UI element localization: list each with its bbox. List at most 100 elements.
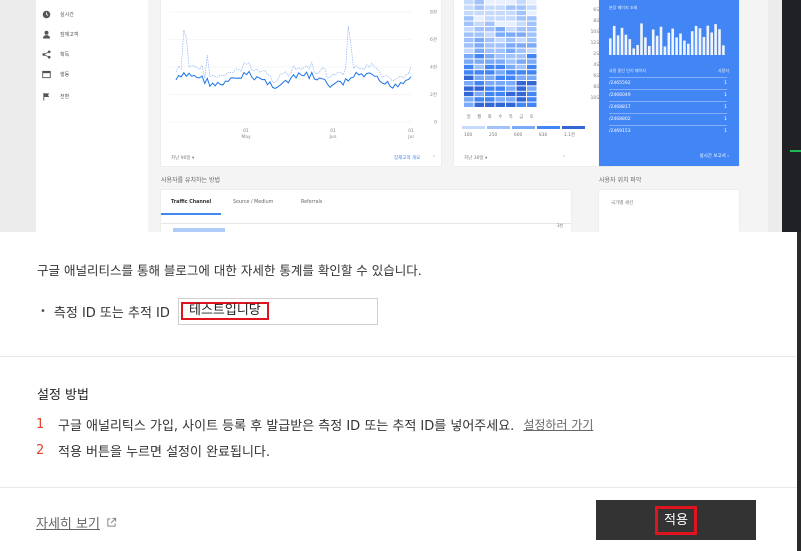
tab-traffic-channel[interactable]: Traffic Channel bbox=[171, 200, 211, 205]
setup-link[interactable]: 설정하러 가기 bbox=[523, 416, 593, 433]
intro-text: 구글 애널리티스를 통해 블로그에 대한 자세한 통계를 확인할 수 있습니다. bbox=[37, 263, 422, 278]
chevron-right-icon[interactable]: › bbox=[563, 154, 565, 159]
heatmap-cell bbox=[464, 75, 474, 80]
heatmap-cell bbox=[495, 75, 505, 80]
pageview-bar bbox=[632, 48, 635, 55]
highlighted-value: 테스트입니당 bbox=[181, 302, 269, 320]
heatmap-cell bbox=[516, 21, 526, 26]
apply-button-label: 적용 bbox=[655, 505, 697, 535]
heatmap-cell bbox=[474, 27, 484, 32]
y-tick-label: 6천 bbox=[430, 36, 437, 43]
chevron-right-icon[interactable]: › bbox=[433, 154, 435, 159]
heatmap-cell bbox=[495, 0, 505, 5]
heatmap-cell bbox=[464, 70, 474, 75]
sidebar-item-label: 전환 bbox=[60, 93, 70, 100]
heatmap-cell bbox=[485, 43, 495, 48]
heatmap-period-select[interactable]: 지난 30일 ▾ bbox=[464, 155, 487, 161]
pageview-bar bbox=[698, 28, 702, 55]
heatmap-cell bbox=[527, 43, 537, 48]
step-number: 1 bbox=[36, 417, 45, 432]
y-tick-label: 4천 bbox=[430, 64, 437, 71]
heatmap-cell bbox=[516, 59, 526, 64]
heatmap-cell bbox=[464, 5, 474, 10]
analytics-sidebar: 실시간 잠재고객 획득 행동 전환 bbox=[36, 0, 148, 232]
pageview-bar bbox=[687, 43, 690, 55]
heatmap-cell bbox=[516, 27, 526, 32]
heatmap-cell bbox=[485, 102, 495, 107]
apply-button[interactable]: 적용 bbox=[596, 500, 756, 540]
heatmap-cell bbox=[495, 16, 505, 21]
heatmap-cell bbox=[495, 10, 505, 16]
heatmap-cell bbox=[495, 48, 505, 53]
heatmap-cell bbox=[516, 86, 526, 91]
person-icon bbox=[42, 30, 51, 39]
heatmap-cell bbox=[464, 102, 474, 107]
heatmap-cell bbox=[516, 43, 526, 48]
realtime-row: /2465592 1 bbox=[609, 77, 727, 89]
heatmap-cell bbox=[506, 43, 516, 48]
realtime-report-link[interactable]: 실시간 보고서 › bbox=[699, 153, 729, 159]
heatmap-cell bbox=[495, 86, 505, 91]
heatmap-cell bbox=[464, 43, 474, 48]
heatmap-cell bbox=[474, 10, 484, 16]
y-tick-label: 2천 bbox=[430, 91, 437, 98]
heatmap-cell bbox=[474, 0, 484, 5]
pageview-bar bbox=[663, 46, 667, 55]
heatmap-cell bbox=[464, 21, 474, 26]
heatmap-cell bbox=[485, 86, 495, 91]
day-label: 월 bbox=[477, 113, 481, 120]
country-label: 국가별 세션 bbox=[611, 201, 634, 206]
heatmap-cell bbox=[474, 64, 484, 70]
tracking-id-label: 측정 ID 또는 추적 ID bbox=[53, 305, 170, 321]
x-tick-label: 01 bbox=[408, 128, 414, 134]
heatmap-cell bbox=[516, 75, 526, 80]
pageview-bar bbox=[648, 45, 651, 55]
audience-line-chart-card: 8천 6천 4천 2천 0 01 May 01 Jun 01 Jul 지난 90일 ▾ 잠재고객 개… bbox=[161, 0, 441, 166]
pageview-bar bbox=[624, 34, 628, 55]
analytics-dashboard: 실시간 잠재고객 획득 행동 전환 8천 6천 4천 2천 0 01 May 01 Jun 01 J… bbox=[36, 0, 768, 232]
pageview-bar bbox=[679, 33, 682, 55]
sidebar-item-label: 행동 bbox=[60, 71, 70, 78]
heatmap-cell bbox=[506, 81, 516, 86]
sidebar-item-label: 획득 bbox=[60, 51, 70, 58]
heatmap-cell bbox=[506, 5, 516, 10]
heatmap-cell bbox=[485, 10, 495, 16]
day-label: 토 bbox=[530, 114, 534, 120]
pageview-bar bbox=[694, 25, 698, 55]
heatmap-cell bbox=[485, 27, 495, 32]
pageview-bar bbox=[718, 29, 721, 55]
line-period-select[interactable]: 지난 90일 ▾ bbox=[171, 155, 194, 161]
tracking-id-input[interactable]: 테스트입니당 bbox=[178, 298, 378, 325]
heatmap-cell bbox=[464, 37, 474, 43]
heatmap-cell bbox=[474, 102, 484, 107]
more-info-link[interactable]: 자세히 보기 bbox=[36, 513, 117, 532]
pageview-bar bbox=[616, 35, 620, 55]
heatmap-cell bbox=[506, 91, 516, 97]
tab-referrals[interactable]: Referrals bbox=[301, 200, 322, 205]
more-info-label[interactable]: 자세히 보기 bbox=[36, 513, 100, 532]
heatmap-cell bbox=[464, 0, 474, 5]
heatmap-cell bbox=[495, 37, 505, 43]
bullet-icon: • bbox=[40, 305, 46, 317]
step-text: 구글 애널리틱스 가입, 사이트 등록 후 발급받은 측정 ID 또는 추적 I… bbox=[58, 419, 515, 434]
heatmap-cell bbox=[527, 86, 537, 91]
realtime-row: /2468802 1 bbox=[609, 113, 727, 125]
sidebar-item-realtime: 실시간 bbox=[42, 7, 74, 21]
day-label: 일 bbox=[467, 113, 471, 120]
line-report-link[interactable]: 잠재고객 개요 bbox=[394, 155, 420, 161]
legend-swatch bbox=[487, 126, 510, 129]
heatmap-cell bbox=[495, 21, 505, 26]
heatmap-cell bbox=[527, 81, 537, 86]
y-tick-label: 8천 bbox=[430, 9, 437, 16]
heatmap-cell bbox=[485, 91, 495, 97]
heatmap-cell bbox=[506, 64, 516, 70]
heatmap-cell bbox=[516, 48, 526, 53]
heatmap-cell bbox=[485, 81, 495, 86]
tab-source-medium[interactable]: Source / Medium bbox=[233, 200, 273, 205]
pageview-bar bbox=[655, 35, 659, 55]
heatmap-cell bbox=[485, 48, 495, 53]
how-to-title: 설정 방법 bbox=[37, 388, 89, 403]
heatmap-cell bbox=[464, 54, 474, 59]
realtime-row: /2469153 1 bbox=[609, 125, 727, 137]
heatmap-cell bbox=[495, 27, 505, 32]
